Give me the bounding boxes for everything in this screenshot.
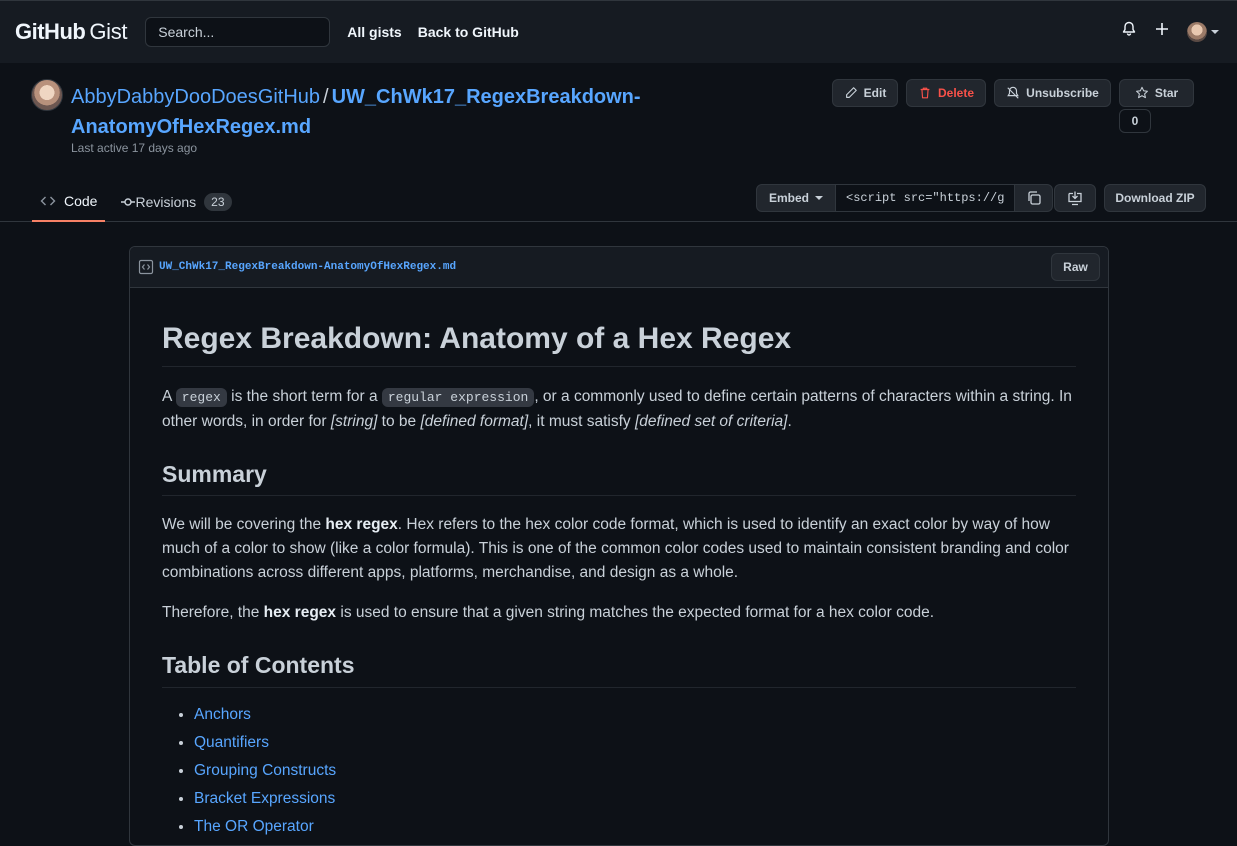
text: .	[787, 412, 792, 430]
delete-button[interactable]: Delete	[906, 79, 986, 107]
raw-button[interactable]: Raw	[1051, 253, 1100, 281]
list-item: The OR Operator	[194, 817, 1076, 837]
summary-paragraph-2: Therefore, the hex regex is used to ensu…	[162, 601, 1076, 625]
toc-link-or-operator[interactable]: The OR Operator	[194, 818, 314, 835]
text: is the short term for a	[226, 387, 382, 405]
download-zip-button[interactable]: Download ZIP	[1104, 184, 1206, 212]
trash-icon	[920, 87, 930, 99]
tab-code[interactable]: Code	[32, 182, 106, 222]
text: to be	[377, 412, 421, 430]
search-input[interactable]	[145, 17, 331, 47]
copy-icon	[1027, 191, 1041, 205]
file-code-icon	[138, 259, 154, 275]
commit-icon	[121, 198, 136, 206]
toc-link-anchors[interactable]: Anchors	[194, 706, 251, 723]
bold-text: hex regex	[263, 604, 337, 622]
list-item: Bracket Expressions	[194, 789, 1076, 809]
bold-text: hex regex	[325, 516, 398, 534]
star-label: Star	[1154, 86, 1179, 100]
unsubscribe-label: Unsubscribe	[1026, 86, 1099, 100]
inline-code: regular expression	[381, 387, 535, 407]
gist-header: AbbyDabbyDooDoesGitHub / UW_ChWk17_RegexBr…	[0, 63, 1237, 222]
text: A	[162, 387, 176, 405]
star-button[interactable]: Star	[1119, 79, 1194, 107]
toc-link-grouping-constructs[interactable]: Grouping Constructs	[194, 762, 336, 779]
author-link[interactable]: AbbyDabbyDooDoesGitHub	[71, 86, 320, 108]
file-header: UW_ChWk17_RegexBreakdown-AnatomyOfHexReg…	[130, 247, 1108, 288]
file-container: UW_ChWk17_RegexBreakdown-AnatomyOfHexReg…	[129, 246, 1109, 846]
star-count[interactable]: 0	[1119, 109, 1151, 133]
chevron-down-icon	[815, 196, 824, 200]
intro-paragraph: A regex is the short term for a regular …	[162, 385, 1076, 434]
code-icon	[40, 196, 56, 206]
copy-button[interactable]	[1015, 184, 1054, 212]
star-icon	[1135, 86, 1148, 99]
title-separator: /	[323, 86, 329, 108]
text: We will be covering the	[162, 516, 326, 534]
list-item: Grouping Constructs	[194, 761, 1076, 781]
delete-label: Delete	[937, 86, 975, 100]
toc-link-bracket-expressions[interactable]: Bracket Expressions	[194, 790, 335, 807]
bell-icon[interactable]	[1121, 21, 1137, 42]
emphasis: [defined format]	[420, 412, 529, 430]
edit-button[interactable]: Edit	[832, 79, 898, 107]
markdown-body: Regex Breakdown: Anatomy of a Hex Regex …	[130, 288, 1108, 837]
embed-group: Embed	[756, 184, 1054, 212]
summary-heading: Summary	[162, 460, 1076, 497]
summary-paragraph-1: We will be covering the hex regex. Hex r…	[162, 513, 1076, 585]
gist-title: AbbyDabbyDooDoesGitHub / UW_ChWk17_RegexBr…	[71, 82, 671, 142]
embed-url-input[interactable]	[836, 184, 1016, 212]
header-actions	[1121, 21, 1219, 42]
github-gist-logo[interactable]: GitHub Gist	[15, 19, 128, 45]
gist-tabs: Code Revisions 23	[32, 182, 240, 222]
inline-code: regex	[175, 387, 227, 407]
toc-link-quantifiers[interactable]: Quantifiers	[194, 734, 269, 751]
text: Therefore, the	[162, 604, 264, 622]
nav-back-to-github[interactable]: Back to GitHub	[418, 24, 519, 40]
emphasis: [defined set of criteria]	[634, 412, 788, 430]
file-name-link[interactable]: UW_ChWk17_RegexBreakdown-AnatomyOfHexReg…	[159, 261, 456, 273]
top-header: GitHub Gist All gists Back to GitHub	[0, 0, 1237, 63]
embed-dropdown[interactable]: Embed	[756, 184, 837, 212]
text: is used to ensure that a given string ma…	[336, 604, 935, 622]
tab-revisions-label: Revisions	[135, 194, 197, 210]
tab-code-label: Code	[64, 193, 98, 209]
toc-heading: Table of Contents	[162, 651, 1076, 688]
chevron-down-icon[interactable]	[1211, 29, 1219, 34]
page-title: Regex Breakdown: Anatomy of a Hex Regex	[162, 320, 1076, 367]
emphasis: [string]	[330, 412, 378, 430]
logo-gist-text: Gist	[89, 19, 128, 44]
logo-github-text: GitHub	[15, 19, 86, 44]
plus-icon[interactable]	[1155, 22, 1169, 41]
author-avatar[interactable]	[31, 79, 63, 111]
text: , it must satisfy	[528, 412, 635, 430]
list-item: Quantifiers	[194, 733, 1076, 753]
tab-revisions[interactable]: Revisions 23	[113, 182, 239, 222]
avatar[interactable]	[1187, 21, 1207, 42]
last-active-text: Last active 17 days ago	[71, 141, 198, 155]
list-item: Anchors	[194, 705, 1076, 725]
embed-label: Embed	[769, 191, 810, 205]
edit-label: Edit	[863, 86, 887, 100]
revisions-count-badge: 23	[204, 193, 232, 211]
toc-list: Anchors Quantifiers Grouping Constructs …	[162, 705, 1076, 837]
nav-all-gists[interactable]: All gists	[347, 24, 401, 40]
unsubscribe-button[interactable]: Unsubscribe	[994, 79, 1111, 107]
pencil-icon	[845, 87, 857, 98]
desktop-download-icon	[1068, 191, 1082, 206]
bell-slash-icon	[1007, 86, 1019, 99]
open-desktop-button[interactable]	[1054, 184, 1096, 212]
